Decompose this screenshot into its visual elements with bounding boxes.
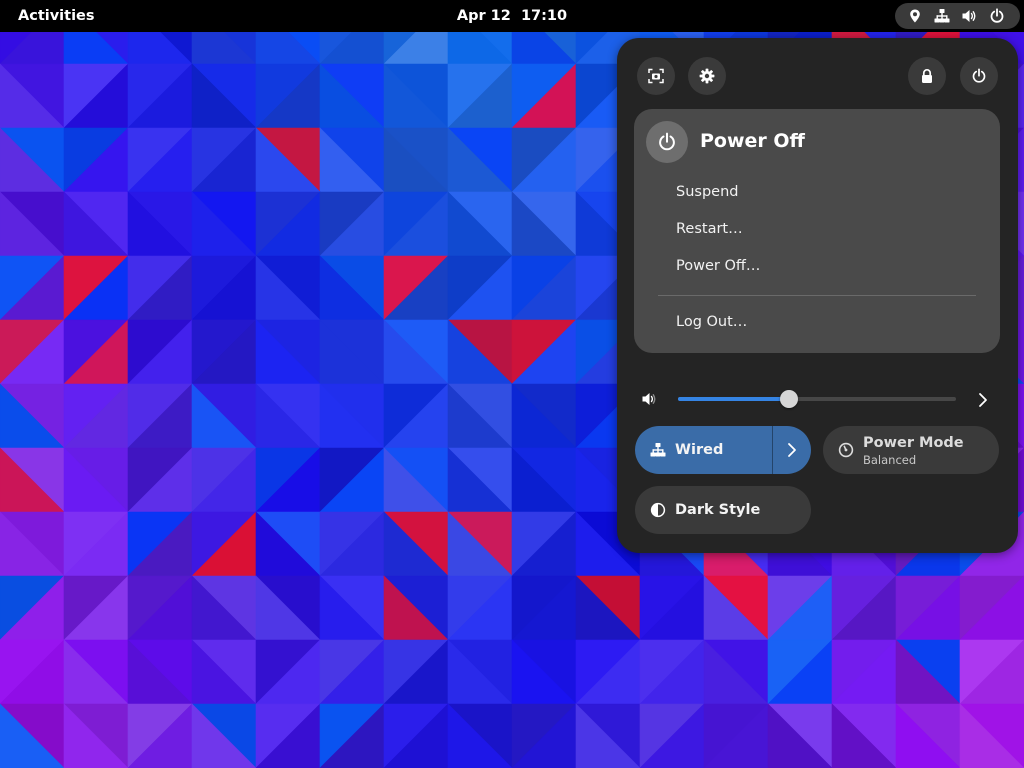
wired-menu-arrow-button[interactable]	[773, 426, 811, 474]
wired-toggle-label: Wired	[675, 442, 724, 458]
chevron-right-icon	[971, 388, 995, 412]
dark-style-toggle[interactable]: Dark Style	[635, 486, 811, 534]
volume-low-icon[interactable]	[641, 391, 657, 407]
power-menu-title: Power Off	[700, 130, 805, 152]
network-wired-icon	[650, 442, 666, 458]
power-mode-label: Power Mode	[863, 435, 964, 451]
lock-screen-button[interactable]	[908, 57, 946, 95]
network-wired-icon	[934, 8, 950, 24]
dark-mode-icon	[650, 502, 666, 518]
power-profile-icon	[838, 442, 854, 458]
clock-button[interactable]: Apr 12 17:10	[430, 4, 594, 28]
screenshot-button[interactable]	[637, 57, 675, 95]
top-bar: Activities Apr 12 17:10	[0, 0, 1024, 32]
menu-separator	[658, 295, 976, 296]
location-icon	[907, 8, 923, 24]
volume-output-menu-button[interactable]	[971, 388, 995, 412]
volume-slider-fill	[678, 397, 789, 401]
power-mode-value: Balanced	[863, 453, 917, 467]
activities-button[interactable]: Activities	[10, 4, 103, 28]
dark-style-label: Dark Style	[675, 502, 761, 518]
settings-button[interactable]	[688, 57, 726, 95]
power-mode-toggle[interactable]: Power Mode Balanced	[823, 426, 999, 474]
volume-slider[interactable]	[678, 390, 956, 408]
suspend-menu-item[interactable]: Suspend	[662, 175, 972, 209]
volume-slider-handle[interactable]	[780, 390, 798, 408]
power-off-menu-item[interactable]: Power Off…	[662, 249, 972, 283]
volume-icon	[961, 8, 977, 24]
power-menu-header-icon	[646, 121, 688, 163]
restart-menu-item[interactable]: Restart…	[662, 212, 972, 246]
power-menu-button[interactable]	[960, 57, 998, 95]
system-status-button[interactable]	[895, 3, 1020, 29]
desktop: Activities Apr 12 17:10 Power Off Suspen…	[0, 0, 1024, 768]
chevron-right-icon	[788, 443, 796, 457]
power-icon	[989, 8, 1005, 24]
quick-settings-panel: Power Off Suspend Restart… Power Off… Lo…	[617, 38, 1018, 553]
power-off-menu: Power Off Suspend Restart… Power Off… Lo…	[634, 109, 1000, 353]
log-out-menu-item[interactable]: Log Out…	[662, 305, 972, 339]
wired-toggle[interactable]: Wired	[635, 426, 811, 474]
